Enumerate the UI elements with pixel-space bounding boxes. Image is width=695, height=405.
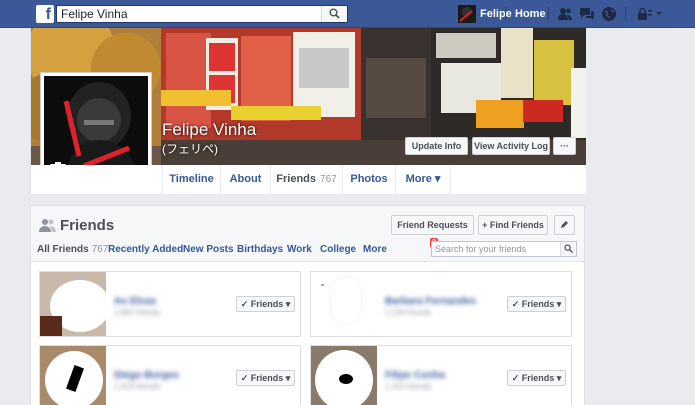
- friends-status-button[interactable]: ✓ Friends ▾: [507, 296, 566, 312]
- friend-card: Ao Elvas 1,882 friends ✓ Friends ▾: [39, 271, 301, 337]
- tab-more[interactable]: More ▾: [395, 165, 451, 194]
- friends-status-label: Friends: [521, 373, 555, 383]
- friend-name[interactable]: Barbara Fernandes: [385, 296, 476, 307]
- update-info-button[interactable]: Update Info: [405, 137, 468, 155]
- top-navigation-bar: f Felipe Home: [0, 0, 695, 28]
- subtab-work[interactable]: Work: [287, 244, 312, 255]
- friend-card: Filipe Cunha 1,416 friends ✓ Friends ▾: [310, 345, 572, 405]
- profile-alternate-name: (フェリペ): [162, 142, 218, 156]
- subtab-new-posts[interactable]: New Posts: [183, 244, 234, 255]
- search-icon: [564, 244, 573, 253]
- more-options-button[interactable]: ···: [553, 137, 576, 155]
- divider: [625, 7, 626, 21]
- tab-timeline[interactable]: Timeline: [162, 165, 220, 194]
- friend-name[interactable]: Diego Borges: [114, 370, 179, 381]
- tab-about[interactable]: About: [220, 165, 270, 194]
- facebook-logo[interactable]: f: [36, 5, 54, 23]
- friends-status-button[interactable]: ✓ Friends ▾: [236, 370, 295, 386]
- friends-search-button[interactable]: [560, 242, 576, 256]
- friends-status-label: Friends: [521, 299, 555, 309]
- privacy-icon[interactable]: [637, 6, 663, 22]
- friend-photo[interactable]: [40, 346, 106, 405]
- friend-photo[interactable]: [40, 272, 106, 336]
- tab-label: Friends: [276, 173, 317, 185]
- subtab-more[interactable]: More: [363, 244, 387, 255]
- friends-header: Friends Friend Requests3 + Find Friends …: [31, 206, 584, 262]
- tab-label: About: [229, 173, 262, 185]
- user-name-link[interactable]: Felipe: [480, 8, 512, 20]
- profile-name[interactable]: Felipe Vinha: [162, 120, 256, 140]
- tab-friends[interactable]: Friends 767: [270, 165, 342, 194]
- subtab-label: All Friends: [37, 244, 89, 255]
- friends-title: Friends: [60, 217, 115, 234]
- friends-section: Friends Friend Requests3 + Find Friends …: [30, 205, 585, 405]
- friend-requests-button[interactable]: Friend Requests3: [391, 215, 474, 248]
- divider: [548, 7, 549, 21]
- subtab-college[interactable]: College: [320, 244, 356, 255]
- friends-search-input[interactable]: [432, 242, 558, 256]
- friend-requests-label: Friend Requests: [397, 220, 468, 230]
- all-friends-count: 767: [91, 244, 109, 255]
- view-activity-log-button[interactable]: View Activity Log: [472, 137, 550, 155]
- friend-requests-icon[interactable]: [557, 6, 573, 22]
- notifications-icon[interactable]: [601, 6, 617, 22]
- user-avatar[interactable]: [458, 5, 476, 23]
- messages-icon[interactable]: [579, 6, 595, 22]
- divider: [505, 7, 506, 21]
- tab-label: Photos: [350, 173, 388, 185]
- friends-status-button[interactable]: ✓ Friends ▾: [236, 296, 295, 312]
- subtab-birthdays[interactable]: Birthdays: [237, 244, 283, 255]
- friend-mutual: 1,018 friends: [114, 382, 161, 391]
- friends-icon: [39, 219, 56, 232]
- tab-label: More ▾: [405, 173, 441, 185]
- friends-status-label: Friends: [250, 373, 284, 383]
- search-input[interactable]: [57, 6, 317, 22]
- profile-header: Felipe Vinha (フェリペ) Update Info View Act…: [30, 28, 586, 194]
- friends-status-button[interactable]: ✓ Friends ▾: [507, 370, 566, 386]
- friend-card: Barbara Fernandes 1,234 friends ✓ Friend…: [310, 271, 572, 337]
- friends-count: 767: [320, 174, 337, 185]
- subtab-recently-added[interactable]: Recently Added: [108, 244, 183, 255]
- friend-name[interactable]: Filipe Cunha: [385, 370, 445, 381]
- search-button[interactable]: [321, 6, 347, 22]
- pencil-icon: [561, 221, 568, 228]
- friend-name[interactable]: Ao Elvas: [114, 296, 156, 307]
- edit-button[interactable]: [554, 215, 575, 235]
- friend-photo[interactable]: [311, 272, 377, 336]
- friends-status-label: Friends: [250, 299, 284, 309]
- tab-photos[interactable]: Photos: [342, 165, 395, 194]
- friends-search-box: [431, 241, 577, 257]
- find-friends-button[interactable]: + Find Friends: [478, 215, 548, 235]
- friend-card: Diego Borges 1,018 friends ✓ Friends ▾: [39, 345, 301, 405]
- home-link[interactable]: Home: [515, 8, 546, 20]
- friend-photo[interactable]: [311, 346, 377, 405]
- friend-mutual: 1,234 friends: [385, 308, 432, 317]
- subtab-all-friends[interactable]: All Friends 767: [37, 244, 108, 255]
- profile-tabs: Timeline About Friends 767 Photos More ▾: [31, 165, 586, 194]
- friend-mutual: 1,416 friends: [385, 382, 432, 391]
- search-icon: [329, 8, 340, 19]
- tab-label: Timeline: [169, 173, 214, 185]
- friend-mutual: 1,882 friends: [114, 308, 161, 317]
- search-box: [56, 5, 348, 23]
